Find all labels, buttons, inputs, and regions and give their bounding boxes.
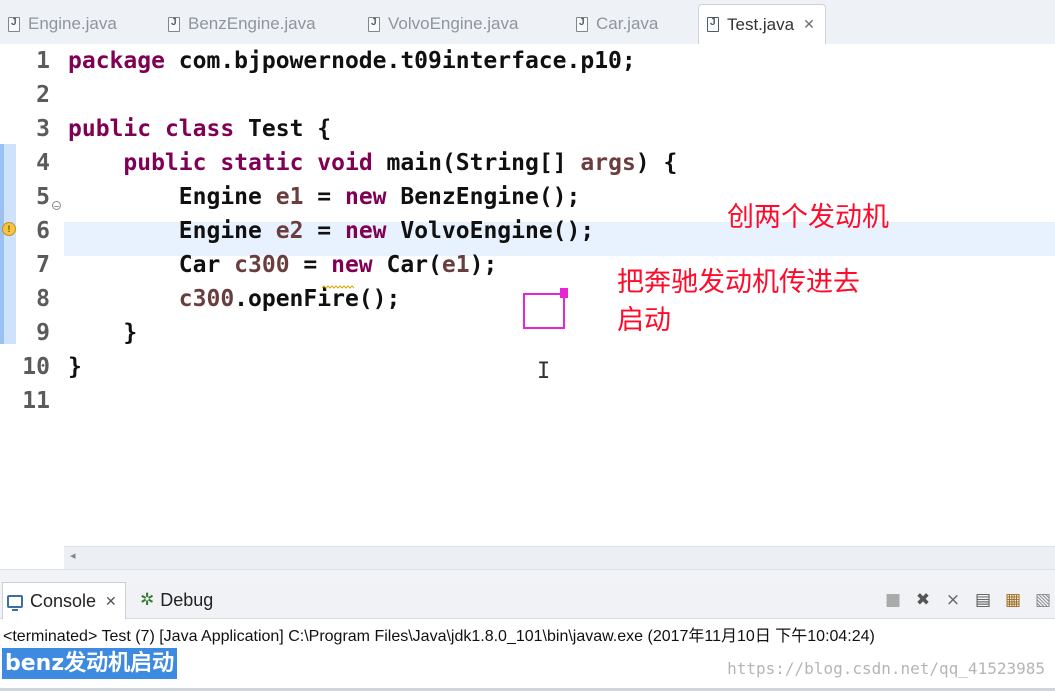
line-number: 11 (22, 388, 50, 414)
java-file-icon (576, 16, 588, 32)
tab-benzengine-java[interactable]: BenzEngine.java (168, 6, 316, 42)
line-number: 4 (36, 150, 50, 176)
fold-toggle-icon[interactable]: − (52, 201, 61, 211)
java-file-icon (368, 16, 380, 32)
word-wrap-icon[interactable]: ▧ (1031, 588, 1055, 612)
close-icon[interactable]: ✕ (105, 593, 117, 610)
java-file-icon (8, 16, 20, 32)
tab-label: Engine.java (28, 14, 117, 33)
remove-launch-icon[interactable]: ✖ (911, 588, 935, 612)
code-line[interactable]: } (68, 320, 137, 346)
code-line[interactable]: public class Test { (68, 116, 331, 142)
annotation-create-engines: 创两个发动机 (727, 202, 889, 233)
line-number: 3 (36, 116, 50, 142)
tab-label: Console (30, 590, 97, 611)
console-status: <terminated> Test (7) [Java Application]… (3, 628, 875, 645)
highlight-box (523, 293, 565, 329)
text-cursor-icon: I (537, 359, 551, 384)
clear-console-icon[interactable]: ▤ (971, 588, 995, 612)
code-line[interactable]: public static void main(String[] args) { (68, 150, 677, 176)
close-icon[interactable]: ✕ (803, 16, 815, 33)
code-line[interactable]: } (68, 354, 82, 380)
code-line[interactable]: c300.openFire(); (68, 286, 401, 312)
tab-label: Debug (160, 589, 214, 610)
code-editor[interactable]: ! 1 2 3 4 5 6 7 8 9 10 11 − package com.… (0, 44, 1055, 546)
watermark: https://blog.csdn.net/qq_41523985 (727, 659, 1045, 678)
line-number: 1 (36, 48, 50, 74)
code-line[interactable]: Engine e1 = new BenzEngine(); (68, 184, 581, 210)
line-number: 7 (36, 252, 50, 278)
scroll-lock-icon[interactable]: ▦ (1001, 588, 1025, 612)
java-file-icon (707, 17, 719, 32)
tab-car-java[interactable]: Car.java (576, 6, 658, 42)
console-tab-bar: Console ✕ ✲ Debug ■ ✖ ⨯ ▤ ▦ ▧ (0, 582, 1055, 619)
code-line[interactable]: Car c300 = new Car(e1); (68, 252, 498, 278)
line-number: 9 (36, 320, 50, 346)
highlight-box-marker (560, 288, 568, 298)
code-line[interactable]: package com.bjpowernode.t09interface.p10… (68, 48, 636, 74)
annotation-pass-engine: 把奔驰发动机传进去 (617, 267, 860, 298)
line-number: 10 (22, 354, 50, 380)
tab-label: Test.java (727, 14, 795, 34)
tab-engine-java[interactable]: Engine.java (8, 6, 117, 42)
console-icon (7, 594, 23, 611)
terminate-icon[interactable]: ■ (881, 588, 905, 612)
view-separator (0, 569, 1055, 582)
debug-icon: ✲ (140, 590, 155, 609)
change-marker (0, 144, 16, 344)
tab-label: Car.java (596, 14, 659, 33)
annotation-start: 启动 (617, 305, 671, 336)
remove-all-terminated-icon[interactable]: ⨯ (941, 588, 965, 612)
console-output-selection[interactable]: benz发动机启动 (2, 648, 178, 679)
warning-underline (322, 285, 354, 289)
tab-debug[interactable]: ✲ Debug (140, 582, 213, 618)
tab-test-java[interactable]: Test.java ✕ (698, 4, 826, 44)
editor-tab-bar: Engine.java BenzEngine.java VolvoEngine.… (0, 0, 1055, 45)
line-number: 6 (36, 218, 50, 244)
overview-ruler: ! (0, 44, 16, 546)
line-number: 5 (36, 184, 50, 210)
warning-icon[interactable]: ! (2, 222, 16, 236)
horizontal-scrollbar[interactable]: ◂ (64, 546, 1055, 569)
scroll-left-icon[interactable]: ◂ (70, 549, 76, 562)
code-line[interactable]: Engine e2 = new VolvoEngine(); (68, 218, 594, 244)
tab-label: VolvoEngine.java (388, 14, 519, 33)
java-file-icon (168, 16, 180, 32)
console-toolbar: ■ ✖ ⨯ ▤ ▦ ▧ (875, 582, 1055, 618)
line-number: 2 (36, 82, 50, 108)
tab-console[interactable]: Console ✕ (2, 582, 126, 619)
line-number: 8 (36, 286, 50, 312)
tab-volvoengine-java[interactable]: VolvoEngine.java (368, 6, 518, 42)
tab-label: BenzEngine.java (188, 14, 316, 33)
